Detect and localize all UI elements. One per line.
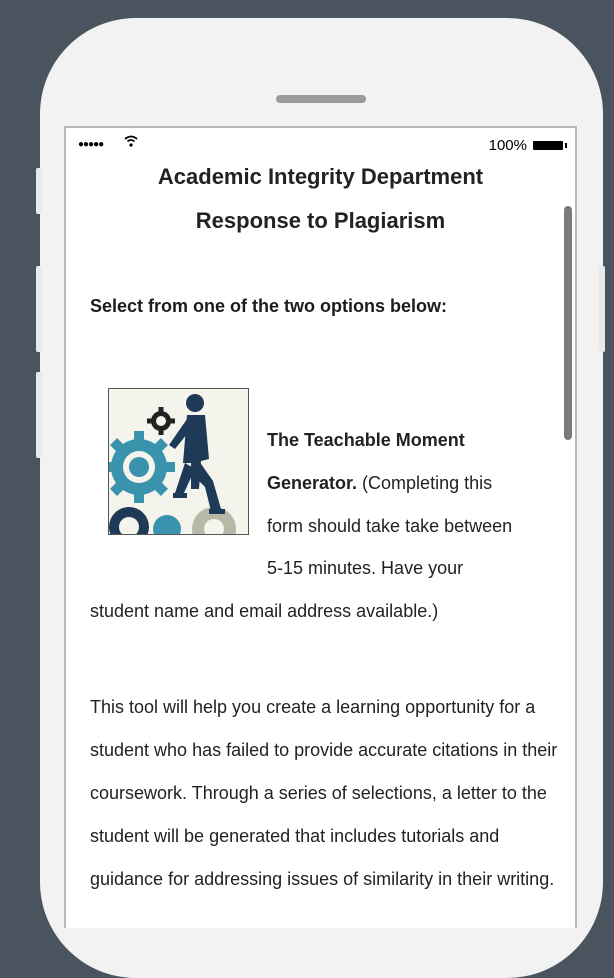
scrollbar[interactable] [564,206,572,440]
wifi-icon [124,135,138,147]
option-title-emphasis: Generator. [267,473,358,493]
teachable-moment-image[interactable] [108,388,249,535]
battery-percentage: 100% [488,137,527,154]
page-subtitle: Response to Plagiarism [195,208,446,233]
option-note-line-3: form should take take between [267,516,513,536]
signal-strength-icon: ●●●●● [78,139,104,150]
option-title-line-1[interactable]: The Teachable Moment [267,430,465,451]
phone-side-button-left-3 [36,372,42,458]
status-bar: ●●●●● 100% [66,128,575,160]
battery-icon [533,141,567,150]
option-note-line-4: 5-15 minutes. Have your [267,558,464,578]
page-title: Academic Integrity Department [157,164,484,189]
phone-side-button-left-1 [36,168,42,214]
option-description: This tool will help you create a learnin… [90,697,558,889]
speaker-grille [276,95,366,103]
option-title-line-2[interactable]: Generator. (Completing this [267,473,492,494]
phone-side-button-left-2 [36,266,42,352]
phone-side-button-right [599,266,605,352]
phone-screen: ●●●●● 100% Academic Integrity Department… [64,126,577,928]
option-note-start: (Completing this [357,473,493,493]
options-prompt: Select from one of the two options below… [90,296,448,316]
gears-climbing-figure-icon [109,389,248,534]
option-note-line-5: student name and email address available… [90,601,439,621]
